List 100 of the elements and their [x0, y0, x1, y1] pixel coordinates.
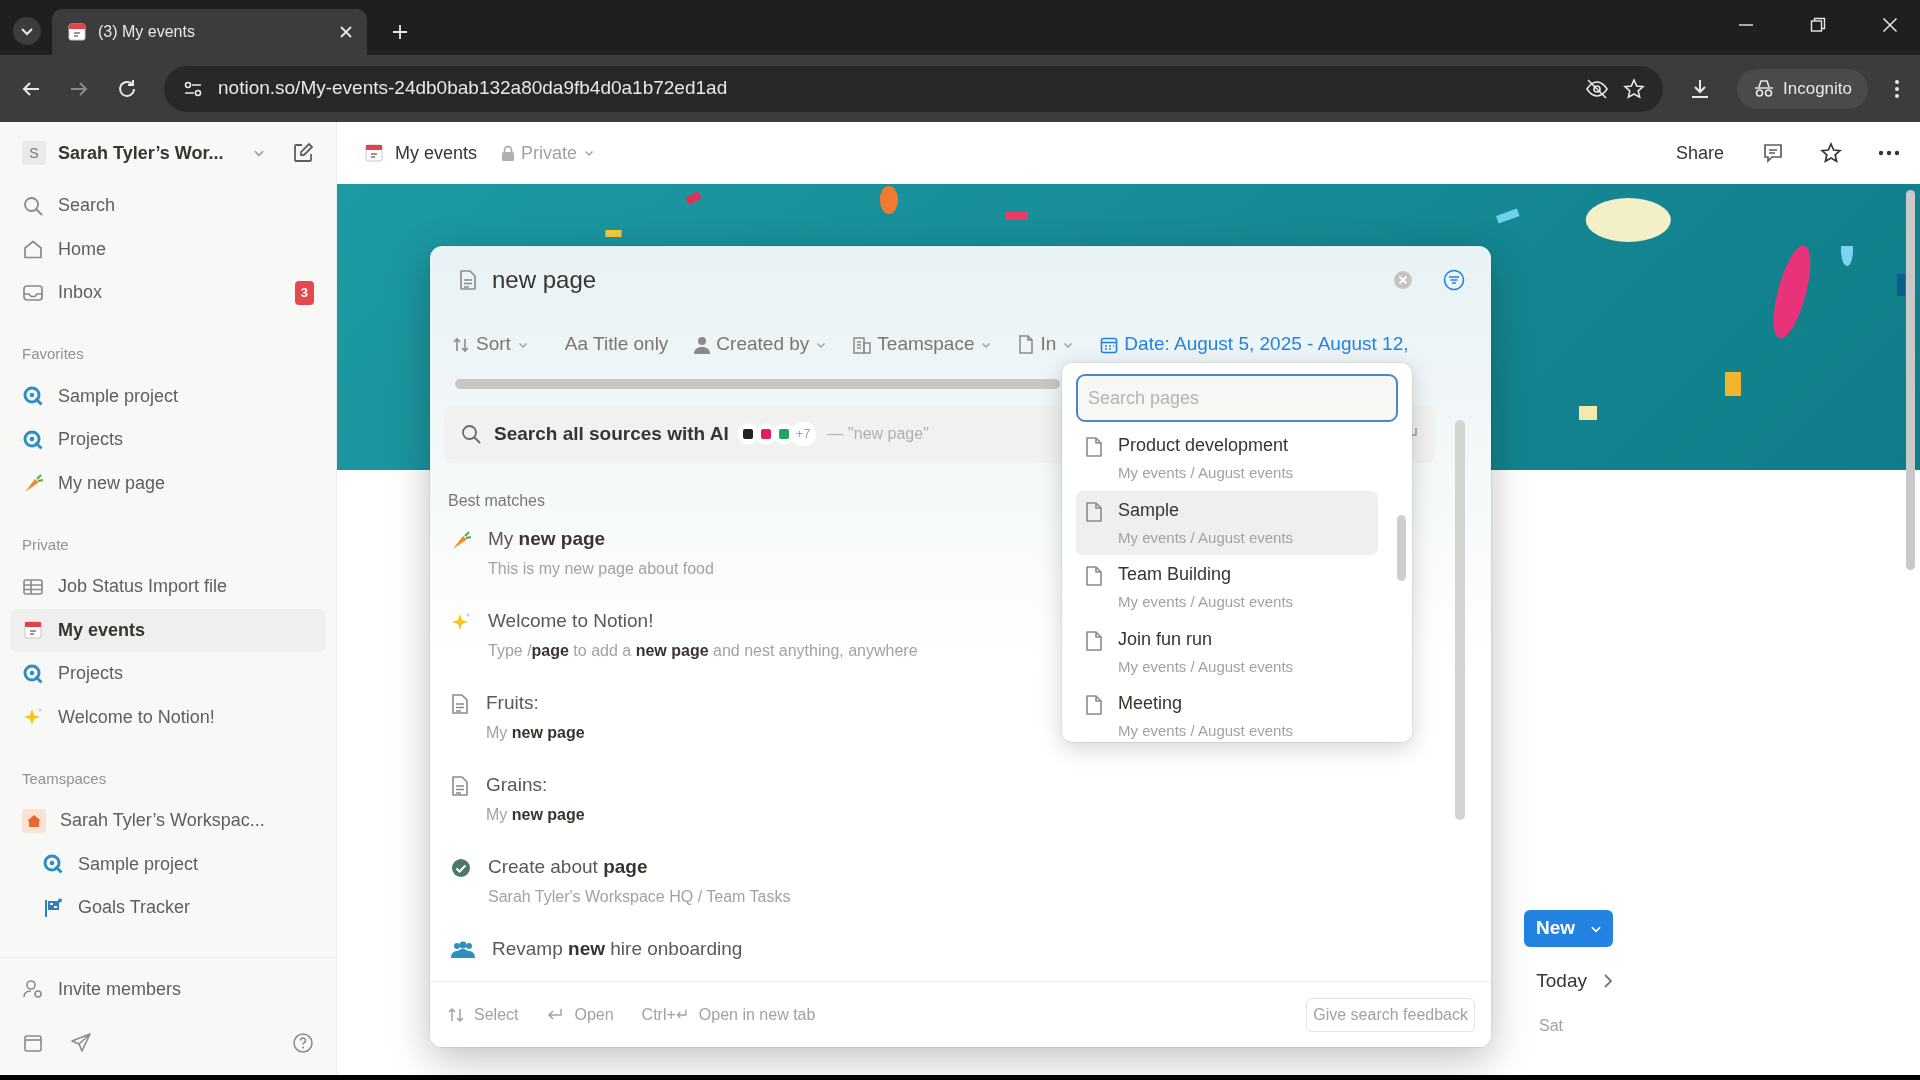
search-result[interactable]: Fruits: My new page: [430, 683, 597, 766]
page-icon: [450, 693, 470, 716]
building-icon: [853, 335, 872, 354]
result-subtitle: This is my new page about food: [488, 559, 714, 580]
sidebar-item[interactable]: My new page: [10, 461, 326, 505]
new-page-icon[interactable]: [292, 142, 314, 164]
sort-icon: [452, 335, 470, 354]
restore-icon[interactable]: [1810, 17, 1826, 33]
incognito-icon: [1753, 77, 1775, 100]
menu-item[interactable]: Team Building My events / August events: [1076, 555, 1378, 620]
item-title: Product development: [1118, 434, 1290, 456]
incognito-button[interactable]: Incognito: [1737, 68, 1868, 109]
calendar-icon: [1100, 335, 1119, 354]
workspace-name[interactable]: Sarah Tyler’s Wor...: [58, 139, 224, 167]
scrollbar-thumb[interactable]: [1455, 420, 1465, 820]
item-title: Team Building: [1118, 563, 1233, 585]
section-label: Private: [21, 534, 70, 555]
sidebar-item[interactable]: Home: [10, 227, 326, 271]
sidebar-item[interactable]: Welcome to Notion!: [10, 695, 326, 739]
section-label: Favorites: [21, 344, 85, 365]
sidebar-item[interactable]: Inbox 3: [10, 271, 326, 315]
close-icon[interactable]: [339, 25, 353, 39]
item-path: My events / August events: [1118, 721, 1294, 741]
page-icon: [1084, 629, 1104, 652]
result-subtitle: My new page: [486, 805, 585, 826]
slack-icon: [754, 423, 777, 446]
sidebar-item[interactable]: Sarah Tyler’s Workspac...: [10, 799, 326, 843]
sidebar-item[interactable]: Goals Tracker: [10, 886, 326, 930]
result-subtitle: Type /page to add a new page and nest anything, anywhere: [488, 641, 918, 662]
sidebar-item[interactable]: Sample project: [10, 374, 326, 418]
next-icon[interactable]: [1603, 973, 1613, 990]
share-button[interactable]: Share: [1675, 139, 1724, 167]
menu-item[interactable]: Join fun run My events / August events: [1076, 619, 1378, 684]
search-result[interactable]: Grains: My new page: [430, 765, 597, 848]
menu-item[interactable]: Meeting My events / August events: [1076, 684, 1378, 742]
tab-title: (3) My events: [98, 22, 196, 42]
shortcut-key: Ctrl+↵: [641, 1002, 689, 1027]
search-result[interactable]: My new page This is my new page about food: [430, 519, 726, 602]
star-icon[interactable]: [1820, 142, 1842, 164]
target-icon: [22, 428, 44, 451]
calendar-icon[interactable]: [22, 1032, 44, 1054]
filter-button[interactable]: Teamspace: [843, 326, 1003, 363]
sidebar-item[interactable]: Projects: [10, 652, 326, 696]
result-title: Create about page: [488, 855, 649, 880]
tab-list-icon[interactable]: [12, 16, 42, 46]
sidebar-item[interactable]: Sample project: [10, 842, 326, 886]
item-title: Meeting: [1118, 692, 1184, 714]
count-badge: 3: [294, 281, 314, 305]
page-icon: [1084, 500, 1104, 523]
close-icon[interactable]: [1882, 17, 1898, 33]
sidebar-item[interactable]: Search: [10, 184, 326, 228]
search-result[interactable]: Create about page Sarah Tyler's Workspace HQ / Team Tasks: [430, 847, 803, 930]
reload-icon[interactable]: [116, 77, 138, 100]
page-icon: [450, 775, 470, 798]
eye-off-icon[interactable]: [1585, 76, 1609, 101]
page-title[interactable]: My events: [395, 139, 478, 167]
sidebar-item[interactable]: My events: [10, 608, 326, 652]
person-add-icon: [22, 978, 44, 1001]
result-title: Revamp new hire onboarding: [492, 937, 743, 962]
search-result[interactable]: Revamp new hire onboarding: [430, 929, 755, 982]
target-icon: [42, 853, 64, 876]
invite-button[interactable]: Invite members: [10, 967, 326, 1011]
menu-icon[interactable]: [1894, 78, 1900, 99]
filter-icon[interactable]: [1443, 269, 1465, 292]
sidebar-item[interactable]: Job Status Import file: [10, 565, 326, 609]
today-button[interactable]: Today: [1536, 967, 1587, 996]
flag-icon: [42, 896, 64, 919]
comment-icon[interactable]: [1762, 142, 1784, 164]
calendar-icon: [22, 619, 44, 642]
workspace-avatar[interactable]: S: [22, 141, 46, 165]
query-hint: — "new page": [827, 424, 929, 445]
new-button[interactable]: New: [1523, 910, 1613, 947]
scrollbar-thumb[interactable]: [1397, 515, 1406, 581]
send-icon[interactable]: [70, 1032, 92, 1054]
filter-button[interactable]: Aa Title only: [554, 326, 679, 363]
home-icon: [22, 238, 44, 261]
browser-tab[interactable]: (3) My events: [52, 9, 367, 55]
filter-button[interactable]: Sort: [442, 326, 539, 363]
scrollbar-thumb[interactable]: [455, 378, 1060, 389]
address-bar[interactable]: notion.so/My-events-24db0bab132a80da9fb4d0a1b72ed1ad: [164, 65, 1663, 112]
item-path: My events / August events: [1118, 527, 1294, 548]
search-result[interactable]: Welcome to Notion! Type /page to add a new page and nest anything, anywhere: [430, 601, 930, 684]
search-input[interactable]: new page: [492, 262, 1379, 299]
house-icon: [22, 808, 46, 833]
scrollbar-thumb[interactable]: [1906, 190, 1915, 570]
notion-icon: [736, 423, 759, 446]
target-icon: [22, 662, 44, 685]
filter-button[interactable]: Created by: [684, 326, 838, 363]
help-icon[interactable]: [292, 1032, 314, 1054]
carrot-icon: [450, 529, 472, 552]
result-subtitle: Sarah Tyler's Workspace HQ / Team Tasks: [488, 887, 791, 908]
new-tab-icon[interactable]: [391, 23, 409, 41]
more-icon[interactable]: [1878, 150, 1900, 156]
sidebar-item[interactable]: Projects: [10, 418, 326, 462]
check-icon: [450, 857, 472, 880]
download-icon[interactable]: [1689, 77, 1711, 100]
search-pages-field[interactable]: Search pages: [1076, 374, 1398, 422]
filter-button[interactable]: Date: August 5, 2025 - August 12,: [1090, 326, 1419, 363]
menu-item[interactable]: Sample My events / August events: [1076, 490, 1378, 555]
filter-button[interactable]: In: [1008, 326, 1085, 363]
